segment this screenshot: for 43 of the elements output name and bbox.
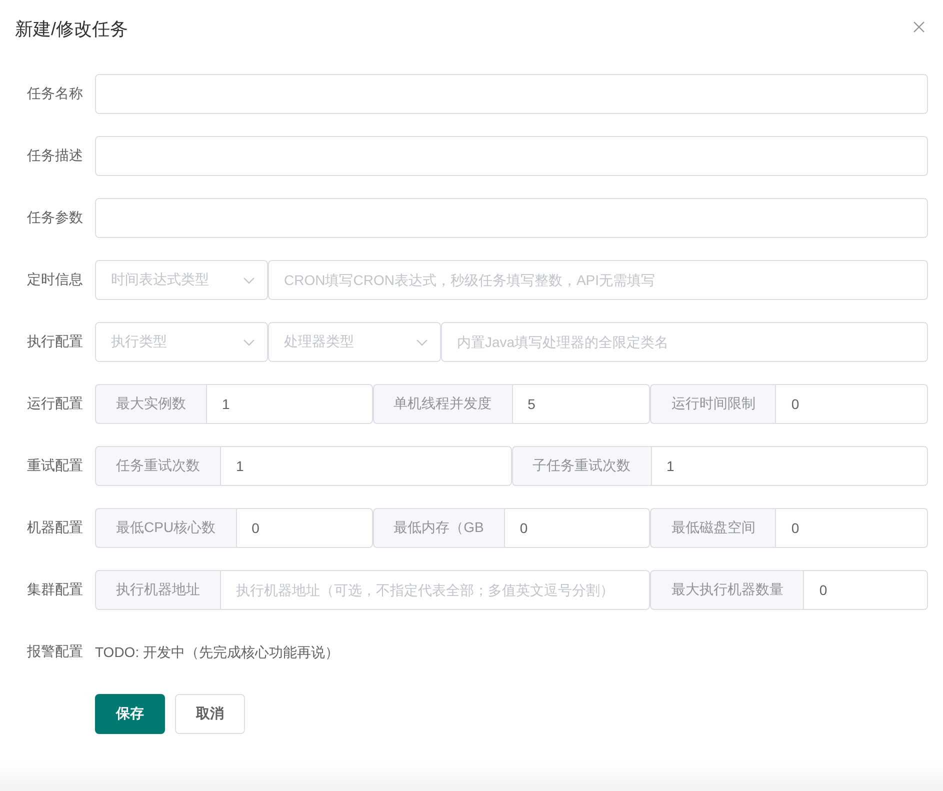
input-field[interactable] — [95, 198, 928, 238]
input-field[interactable]: 0 — [803, 570, 928, 610]
input-prefix-label: 最低CPU核心数 — [95, 508, 236, 548]
input-field[interactable]: 内置Java填写处理器的全限定类名 — [441, 322, 928, 362]
chevron-icon — [416, 338, 428, 346]
input-field[interactable]: 5 — [512, 384, 650, 424]
input-prefix-label: 运行时间限制 — [650, 384, 776, 424]
input-field[interactable]: 0 — [775, 508, 928, 548]
save-button[interactable]: 保存 — [95, 694, 165, 734]
field-label: 重试配置 — [26, 457, 84, 475]
chevron-icon — [243, 276, 255, 284]
input-prefix-label: 执行机器地址 — [95, 570, 220, 610]
field-label: 机器配置 — [26, 519, 84, 537]
input-field[interactable]: 0 — [775, 384, 928, 424]
input-field[interactable] — [95, 136, 928, 176]
input-field[interactable]: 0 — [236, 508, 373, 548]
input-prefix-label: 单机线程并发度 — [372, 384, 512, 424]
field-label: 定时信息 — [26, 271, 84, 289]
input-field[interactable]: 0 — [504, 508, 650, 548]
cancel-button[interactable]: 取消 — [175, 694, 245, 734]
field-label: 集群配置 — [26, 581, 84, 599]
input-field[interactable]: 1 — [650, 446, 928, 486]
input-prefix-label: 最大实例数 — [95, 384, 206, 424]
input-prefix-label: 子任务重试次数 — [512, 446, 650, 486]
note-text: TODO: 开发中（先完成核心功能再说） — [95, 643, 339, 662]
input-field[interactable]: 1 — [220, 446, 512, 486]
dialog-title: 新建/修改任务 — [15, 18, 128, 41]
field-label: 运行配置 — [26, 395, 84, 413]
input-prefix-label: 最大执行机器数量 — [650, 570, 804, 610]
input-prefix-label: 最低内存（GB — [372, 508, 504, 548]
field-label: 任务名称 — [26, 85, 84, 103]
chevron-icon — [243, 338, 255, 346]
input-field[interactable]: 执行机器地址（可选，不指定代表全部；多值英文逗号分割） — [220, 570, 650, 610]
field-label: 任务描述 — [26, 147, 84, 165]
field-label: 报警配置 — [26, 643, 84, 661]
close-icon[interactable] — [913, 21, 925, 33]
input-field[interactable]: CRON填写CRON表达式，秒级任务填写整数，API无需填写 — [268, 260, 928, 300]
input-prefix-label: 任务重试次数 — [95, 446, 220, 486]
input-field[interactable]: 1 — [206, 384, 373, 424]
input-prefix-label: 最低磁盘空间 — [650, 508, 776, 548]
input-field[interactable] — [95, 74, 928, 114]
field-label: 执行配置 — [26, 333, 84, 351]
field-label: 任务参数 — [26, 209, 84, 227]
